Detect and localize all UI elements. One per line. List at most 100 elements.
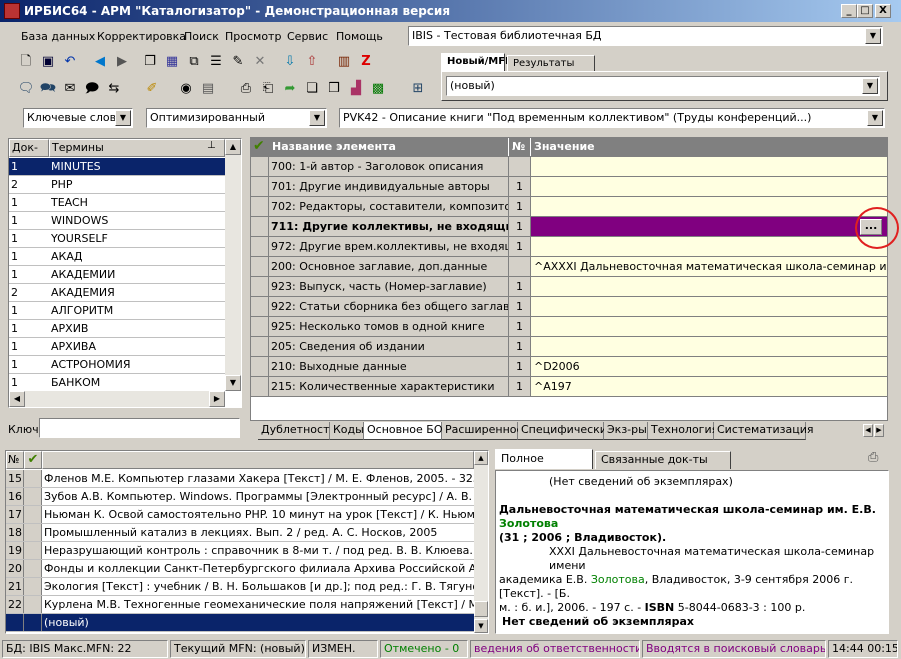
record-checkbox[interactable] (24, 560, 42, 577)
record-checkbox[interactable] (24, 578, 42, 595)
editor-row[interactable]: 701: Другие индивидуальные авторы 1 (251, 177, 887, 197)
list-icon[interactable]: ☰ (206, 52, 226, 72)
record-checkbox[interactable] (24, 614, 42, 631)
term-row[interactable]: 1 АКАД (9, 248, 225, 266)
tab-full-description[interactable]: Полное описание (495, 449, 593, 483)
folder-icon[interactable]: ▤ (198, 79, 218, 99)
chevron-down-icon[interactable]: ▼ (865, 28, 881, 44)
save-icon[interactable]: ▣ (38, 52, 58, 72)
record-row[interactable]: 22 Курлена М.В. Техногенные геомеханическ… (6, 596, 474, 614)
scroll-up-icon[interactable]: ▲ (474, 451, 488, 465)
tab-new-mfn[interactable]: Новый/MFN (441, 53, 513, 71)
element-value[interactable] (531, 237, 887, 256)
comment-edit-icon[interactable]: 🗩 (82, 79, 102, 99)
comment-icon[interactable]: 🗨 (16, 79, 36, 99)
record-checkbox[interactable] (24, 488, 42, 505)
send-icon[interactable]: ➦ (280, 79, 300, 99)
scroll-down-icon[interactable]: ▼ (474, 619, 488, 633)
element-value[interactable] (531, 157, 887, 176)
terms-vscrollbar[interactable]: ▲ ▼ (225, 139, 241, 391)
tab-scroll-left-icon[interactable]: ◀ (863, 424, 873, 437)
checkmark-icon[interactable]: ✔ (253, 138, 265, 154)
chart-icon[interactable]: ▟ (346, 79, 366, 99)
term-row[interactable]: 1 АЛГОРИТМ (9, 302, 225, 320)
editor-row[interactable]: 925: Несколько томов в одной книге 1 (251, 317, 887, 337)
editor-tab[interactable]: Дублетность (258, 422, 336, 440)
records-header-num[interactable]: № (6, 451, 24, 469)
record-row[interactable]: 15 Фленов М.Е. Компьютер глазами Хакера [… (6, 470, 474, 488)
desc-link[interactable]: Золотова (591, 573, 645, 586)
export-icon[interactable]: ⇧ (302, 52, 322, 72)
term-row[interactable]: 2 PHP (9, 176, 225, 194)
close-button[interactable]: X (875, 4, 891, 18)
terms-header-terms[interactable]: Термины (49, 139, 225, 157)
chevron-down-icon[interactable]: ▼ (862, 78, 878, 94)
term-row[interactable]: 1 АКАДЕМИИ (9, 266, 225, 284)
delete-icon[interactable]: ✕ (250, 52, 270, 72)
record-checkbox[interactable] (24, 596, 42, 613)
record-checkbox[interactable] (24, 506, 42, 523)
element-value[interactable]: ^AXXXI Дальневосточная математическая шк… (531, 257, 887, 276)
pin-icon[interactable]: ⊥ (207, 140, 216, 151)
record-row[interactable]: 16 Зубов А.В. Компьютер. Windows. Програм… (6, 488, 474, 506)
element-value[interactable] (531, 177, 887, 196)
editor-row[interactable]: 923: Выпуск, часть (Номер-заглавие) 1 (251, 277, 887, 297)
record-row[interactable]: (новый) (6, 614, 474, 632)
key-input[interactable] (39, 418, 240, 438)
pencil-icon[interactable]: ✎ (228, 52, 248, 72)
editor-row[interactable]: 711: Другие коллективы, не входящие в за… (251, 217, 887, 237)
element-value[interactable] (531, 197, 887, 216)
properties-icon[interactable]: ⊞ (408, 79, 428, 99)
pages-icon[interactable]: ❏ (302, 79, 322, 99)
record-checkbox[interactable] (24, 542, 42, 559)
copy-record-icon[interactable]: ❐ (140, 52, 160, 72)
editor-tab[interactable]: Расширенное (442, 422, 523, 440)
pages-copy-icon[interactable]: ❒ (324, 79, 344, 99)
editor-row[interactable]: 200: Основное заглавие, доп.данные ^AXXXI… (251, 257, 887, 277)
menu-search[interactable]: Поиск (181, 29, 222, 45)
term-row[interactable]: 1 YOURSELF (9, 230, 225, 248)
editor-tab[interactable]: Экз-ры (604, 422, 648, 440)
new-document-icon[interactable]: 🗋 (16, 52, 36, 72)
editor-row[interactable]: 702: Редакторы, составители, композиторы… (251, 197, 887, 217)
app-icon[interactable] (4, 3, 20, 19)
element-value[interactable] (531, 317, 887, 336)
editor-tab[interactable]: Специфические (518, 422, 614, 440)
term-row[interactable]: 1 АРХИВА (9, 338, 225, 356)
term-row[interactable]: 1 TEACH (9, 194, 225, 212)
editor-row[interactable]: 215: Количественные характеристики 1 ^A197 (251, 377, 887, 397)
scroll-thumb[interactable] (474, 601, 488, 617)
term-row[interactable]: 1 АРХИВ (9, 320, 225, 338)
grid-icon[interactable]: ▦ (162, 52, 182, 72)
editor-header-num[interactable]: № (509, 138, 531, 156)
layers-icon[interactable]: ⧉ (184, 52, 204, 72)
scroll-up-icon[interactable]: ▲ (225, 139, 241, 155)
worksheet-selector[interactable]: PVK42 - Описание книги "Под временным ко… (339, 108, 885, 128)
editor-row[interactable]: 972: Другие врем.коллективы, не входящие… (251, 237, 887, 257)
print-icon[interactable]: ⎙ (236, 79, 256, 99)
books-icon[interactable]: ▥ (334, 52, 354, 72)
scroll-down-icon[interactable]: ▼ (225, 375, 241, 391)
desc-heading-link[interactable]: Золотова (499, 517, 558, 530)
arrow-right-icon[interactable]: ▶ (112, 52, 132, 72)
editor-tab[interactable]: Основное БО (364, 422, 443, 440)
record-checkbox[interactable] (24, 470, 42, 487)
print-icon[interactable]: ⎙ (868, 450, 886, 468)
element-value[interactable]: ^A197 (531, 377, 887, 396)
scroll-right-icon[interactable]: ▶ (209, 391, 225, 407)
records-header-title[interactable] (42, 451, 474, 469)
comment-search-icon[interactable]: 🗪 (38, 79, 58, 99)
editor-tab[interactable]: Технология (648, 422, 718, 440)
editor-row[interactable]: 700: 1-й автор - Заголовок описания (251, 157, 887, 177)
excel-icon[interactable]: ▩ (368, 79, 388, 99)
element-value[interactable] (531, 337, 887, 356)
records-vscrollbar[interactable]: ▲ ▼ (474, 451, 488, 633)
arrow-left-icon[interactable]: ◀ (90, 52, 110, 72)
record-row[interactable]: 21 Экология [Текст] : учебник / В. Н. Бол… (6, 578, 474, 596)
menu-help[interactable]: Помощь (333, 29, 386, 45)
maximize-button[interactable]: □ (857, 4, 873, 18)
print-preview-icon[interactable]: ⎗ (258, 79, 278, 99)
new-mfn-selector[interactable]: (новый) ▼ (446, 76, 880, 96)
terms-hscrollbar[interactable]: ◀ ▶ (9, 391, 225, 407)
editor-row[interactable]: 205: Сведения об издании 1 (251, 337, 887, 357)
